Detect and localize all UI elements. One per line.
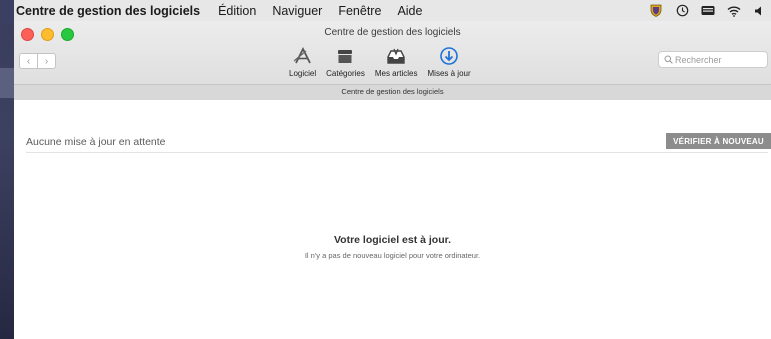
menu-bar: Centre de gestion des logiciels Édition …: [14, 0, 771, 21]
menu-item-edit[interactable]: Édition: [218, 4, 256, 18]
tab-updates-label: Mises à jour: [427, 69, 471, 78]
menu-app-name[interactable]: Centre de gestion des logiciels: [16, 4, 200, 18]
pending-updates-label: Aucune mise à jour en attente: [26, 136, 166, 148]
toolbar-tabs: Logiciel Catégories Mes articles Mises à…: [284, 45, 476, 78]
time-machine-icon[interactable]: [675, 4, 689, 18]
search-field[interactable]: Rechercher: [658, 51, 768, 68]
menu-item-window[interactable]: Fenêtre: [338, 4, 381, 18]
back-button[interactable]: ‹: [19, 53, 38, 69]
tab-categories-label: Catégories: [326, 69, 365, 78]
wifi-icon[interactable]: [727, 4, 741, 18]
tab-categories[interactable]: Catégories: [321, 45, 370, 78]
shield-icon[interactable]: [649, 4, 663, 18]
window-subtitle: Centre de gestion des logiciels: [14, 84, 771, 100]
navigation-buttons: ‹ ›: [19, 53, 56, 69]
menu-item-navigate[interactable]: Naviguer: [272, 4, 322, 18]
desktop-background-strip: [0, 68, 14, 98]
menu-item-help[interactable]: Aide: [397, 4, 422, 18]
keyboard-icon[interactable]: [701, 4, 715, 18]
menu-status-area: [649, 0, 771, 21]
tab-my-items-label: Mes articles: [374, 69, 418, 78]
chevron-left-icon: ‹: [26, 55, 31, 67]
tab-software-label: Logiciel: [289, 69, 317, 78]
tab-software[interactable]: Logiciel: [284, 45, 321, 78]
tray-icon: [385, 45, 407, 67]
divider: [26, 152, 768, 153]
window-title: Centre de gestion des logiciels: [324, 27, 461, 38]
download-icon: [438, 45, 460, 67]
forward-button[interactable]: ›: [38, 53, 56, 69]
search-placeholder: Rechercher: [675, 54, 722, 65]
up-to-date-title: Votre logiciel est à jour.: [333, 234, 452, 246]
box-icon: [334, 45, 356, 67]
volume-icon[interactable]: [753, 4, 767, 18]
updates-content: Aucune mise à jour en attente VÉRIFIER À…: [14, 100, 771, 339]
desktop-background: [0, 0, 14, 339]
app-window: Centre de gestion des logiciels ‹ › Logi…: [14, 21, 771, 339]
check-again-button[interactable]: VÉRIFIER À NOUVEAU: [666, 133, 771, 149]
tab-my-items[interactable]: Mes articles: [370, 45, 423, 78]
app-icon: [292, 45, 314, 67]
tab-updates[interactable]: Mises à jour: [423, 45, 476, 78]
up-to-date-subtitle: Il n'y a pas de nouveau logiciel pour vo…: [304, 251, 481, 260]
search-icon: [664, 55, 673, 66]
chevron-right-icon: ›: [44, 55, 49, 67]
window-titlebar: Centre de gestion des logiciels ‹ › Logi…: [14, 21, 771, 100]
